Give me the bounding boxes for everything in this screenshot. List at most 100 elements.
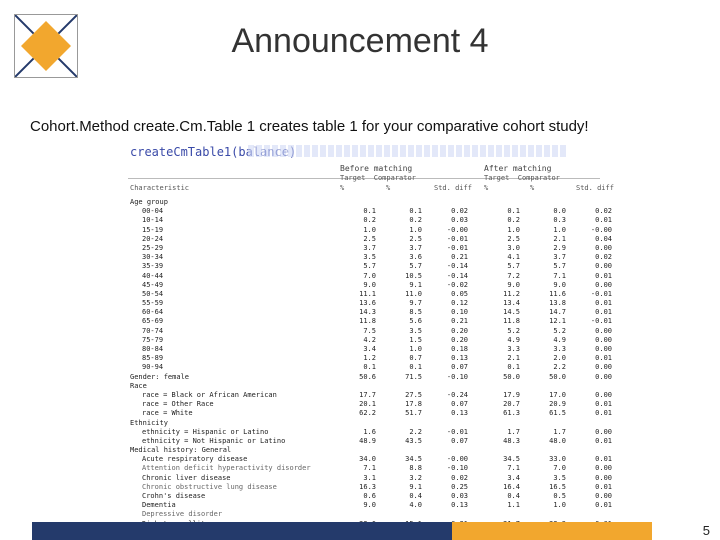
cell: 1.0 xyxy=(386,226,422,235)
row-label: 45-49 xyxy=(142,281,342,290)
row-label: 85-89 xyxy=(142,354,342,363)
cell: 0.1 xyxy=(340,207,376,216)
cell: 3.5 xyxy=(386,327,422,336)
cell: 34.5 xyxy=(386,455,422,464)
row-label: race = Other Race xyxy=(142,400,342,409)
col-pct: % xyxy=(386,184,390,192)
cell: 0.02 xyxy=(432,207,468,216)
cell: 3.7 xyxy=(386,244,422,253)
cell: 5.6 xyxy=(386,317,422,326)
cell: 1.0 xyxy=(530,226,566,235)
cell: 8.5 xyxy=(386,308,422,317)
row-label: 60-64 xyxy=(142,308,342,317)
cell: 0.20 xyxy=(432,327,468,336)
table-row: 80-843.41.00.183.33.30.00 xyxy=(130,345,610,354)
cell: 3.5 xyxy=(530,474,566,483)
cell: 48.0 xyxy=(530,437,566,446)
row-label: 10-14 xyxy=(142,216,342,225)
cell: 2.5 xyxy=(484,235,520,244)
row-label: Race xyxy=(130,382,330,391)
cell: 0.3 xyxy=(530,216,566,225)
cell: 1.2 xyxy=(340,354,376,363)
cell: 2.0 xyxy=(530,354,566,363)
cell: 0.01 xyxy=(576,455,612,464)
cell: 0.1 xyxy=(340,363,376,372)
cell: -0.00 xyxy=(576,226,612,235)
page-number: 5 xyxy=(703,523,710,538)
cell: 2.9 xyxy=(530,244,566,253)
cell: 48.3 xyxy=(484,437,520,446)
cell: 0.13 xyxy=(432,409,468,418)
cell: 4.1 xyxy=(484,253,520,262)
cell: 2.1 xyxy=(530,235,566,244)
cell: 14.5 xyxy=(484,308,520,317)
table-row: 25-293.73.7-0.013.02.90.00 xyxy=(130,244,610,253)
cell: 3.2 xyxy=(386,474,422,483)
cell: -0.01 xyxy=(432,244,468,253)
cell: 5.7 xyxy=(340,262,376,271)
decorative-bars xyxy=(248,145,568,157)
col-stddiff: Std. diff xyxy=(434,184,472,192)
cell: 7.0 xyxy=(530,464,566,473)
cell: 0.00 xyxy=(576,262,612,271)
cell: 3.4 xyxy=(340,345,376,354)
cell: 8.8 xyxy=(386,464,422,473)
cell: 71.5 xyxy=(386,373,422,382)
cell: 0.2 xyxy=(340,216,376,225)
cell: 33.0 xyxy=(530,455,566,464)
row-label: race = White xyxy=(142,409,342,418)
row-label: ethnicity = Hispanic or Latino xyxy=(142,428,342,437)
row-label: Dementia xyxy=(142,501,342,510)
cell: 0.00 xyxy=(576,373,612,382)
cell: 0.21 xyxy=(432,317,468,326)
cell: 9.0 xyxy=(340,281,376,290)
cell: 2.5 xyxy=(340,235,376,244)
cell: 9.1 xyxy=(386,281,422,290)
cell: 61.5 xyxy=(530,409,566,418)
row-label: Gender: female xyxy=(130,373,330,382)
group-header-before: Before matching Target Comparator xyxy=(340,164,416,182)
cell: 3.4 xyxy=(484,474,520,483)
cell: 0.12 xyxy=(432,299,468,308)
cell: 9.1 xyxy=(386,483,422,492)
cell: 17.8 xyxy=(386,400,422,409)
cell: 0.07 xyxy=(432,363,468,372)
cell: 5.2 xyxy=(530,327,566,336)
cell: 0.00 xyxy=(576,363,612,372)
cell: 0.13 xyxy=(432,501,468,510)
table-row: 65-6911.85.60.2111.812.1-0.01 xyxy=(130,317,610,326)
cell: 0.7 xyxy=(386,354,422,363)
cell: 16.5 xyxy=(530,483,566,492)
cell: 7.1 xyxy=(340,464,376,473)
cell: 0.4 xyxy=(484,492,520,501)
cell: 0.05 xyxy=(432,290,468,299)
cell: 1.6 xyxy=(340,428,376,437)
row-label: Acute respiratory disease xyxy=(142,455,342,464)
cell: 0.01 xyxy=(576,308,612,317)
cell: 0.1 xyxy=(386,363,422,372)
cell: 61.3 xyxy=(484,409,520,418)
table-row: 30-343.53.60.214.13.70.02 xyxy=(130,253,610,262)
cell: -0.24 xyxy=(432,391,468,400)
row-label: Chronic liver disease xyxy=(142,474,342,483)
col-pct: % xyxy=(340,184,344,192)
table-row: race = White62.251.70.1361.361.50.01 xyxy=(130,409,610,418)
cell: 4.0 xyxy=(386,501,422,510)
row-label: Ethnicity xyxy=(130,419,330,428)
cell: 5.7 xyxy=(530,262,566,271)
cell: 0.00 xyxy=(576,327,612,336)
cell: 50.0 xyxy=(484,373,520,382)
cell: 0.2 xyxy=(484,216,520,225)
cell: 7.2 xyxy=(484,272,520,281)
slide-title: Announcement 4 xyxy=(0,22,720,61)
cell: 0.02 xyxy=(576,207,612,216)
cell: 0.01 xyxy=(576,272,612,281)
row-label: 20-24 xyxy=(142,235,342,244)
table-row: 40-447.010.5-0.147.27.10.01 xyxy=(130,272,610,281)
cell: 5.7 xyxy=(386,262,422,271)
cell: 50.6 xyxy=(340,373,376,382)
cell: 2.2 xyxy=(530,363,566,372)
cell: -0.10 xyxy=(432,373,468,382)
cell: 0.02 xyxy=(432,474,468,483)
cell: -0.00 xyxy=(432,455,468,464)
